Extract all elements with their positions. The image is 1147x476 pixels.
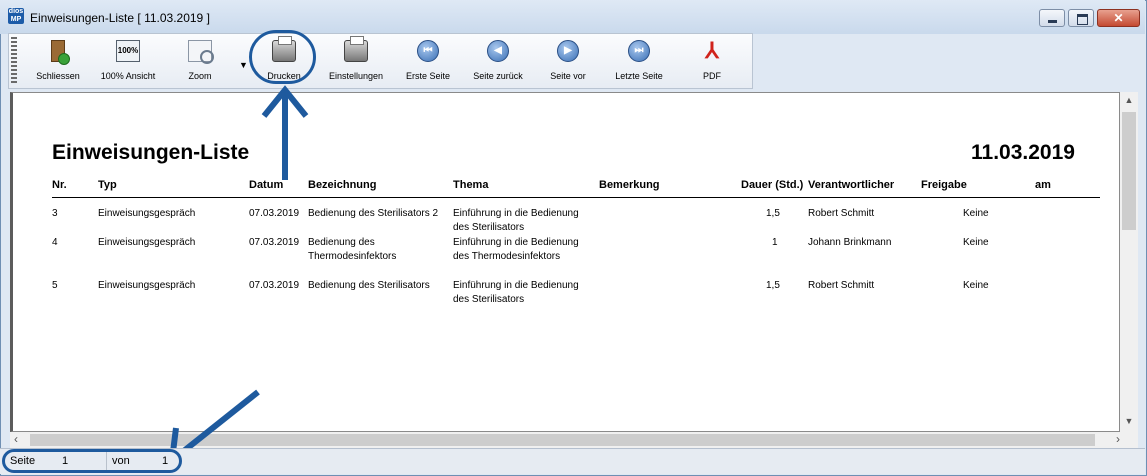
first-page-icon: ⏮ xyxy=(417,40,439,62)
scroll-up-icon[interactable]: ▲ xyxy=(1120,95,1138,105)
arrow-right-icon: ▶ xyxy=(557,40,579,62)
arrow-left-icon: ◀ xyxy=(487,40,509,62)
last-page-icon: ⏭ xyxy=(628,40,650,62)
next-page-button[interactable]: ▶ Seite vor xyxy=(541,38,595,84)
scroll-right-icon[interactable]: › xyxy=(1116,432,1120,446)
column-header-bezeichnung: Bezeichnung xyxy=(308,179,377,191)
table-row-thema-line2: des Sterilisators xyxy=(453,294,525,305)
table-row-verantwortlicher: Robert Schmitt xyxy=(808,208,875,219)
last-page-button[interactable]: ⏭ Letzte Seite xyxy=(609,38,669,84)
maximize-button[interactable] xyxy=(1068,9,1094,27)
first-page-button[interactable]: ⏮ Erste Seite xyxy=(399,38,457,84)
pdf-icon: ⅄ xyxy=(705,38,719,63)
vertical-scroll-thumb[interactable] xyxy=(1122,112,1136,230)
table-row-typ: Einweisungsgespräch xyxy=(98,280,196,291)
view-100-button[interactable]: 100% 100% Ansicht xyxy=(95,38,161,84)
table-row-verantwortlicher: Robert Schmitt xyxy=(808,280,875,291)
report-title: Einweisungen-Liste xyxy=(52,141,250,164)
table-row-dauer: 1,5 xyxy=(766,208,780,219)
table-row-datum: 07.03.2019 xyxy=(249,237,300,248)
table-row-thema: Einführung in die Bedienung xyxy=(453,280,579,291)
table-row-thema: Einführung in die Bedienung xyxy=(453,208,579,219)
header-divider xyxy=(52,197,1100,198)
print-highlight-ring xyxy=(249,30,316,84)
zoom-100-icon: 100% xyxy=(116,40,140,62)
table-row-nr: 5 xyxy=(52,280,58,291)
table-row-verantwortlicher: Johann Brinkmann xyxy=(808,237,892,248)
table-row-freigabe: Keine xyxy=(963,237,989,248)
table-row-datum: 07.03.2019 xyxy=(249,280,300,291)
column-header-bemerkung: Bemerkung xyxy=(599,179,660,191)
close-button[interactable]: Schliessen xyxy=(29,38,87,84)
table-row-dauer: 1 xyxy=(772,237,778,248)
close-window-button[interactable] xyxy=(1097,9,1140,27)
table-row-dauer: 1,5 xyxy=(766,280,780,291)
status-highlight-ring xyxy=(2,449,182,473)
table-row-thema-line2: des Thermodesinfektors xyxy=(453,251,561,262)
zoom-dropdown-arrow-icon[interactable]: ▼ xyxy=(239,60,248,70)
table-row-thema: Einführung in die Bedienung xyxy=(453,237,579,248)
column-header-freigabe: Freigabe xyxy=(921,179,967,191)
app-logo-icon: dios MP xyxy=(8,8,24,24)
vertical-scrollbar[interactable]: ▲ ▼ xyxy=(1120,92,1138,432)
table-row-freigabe: Keine xyxy=(963,280,989,291)
table-row-bezeichnung-line2: Thermodesinfektors xyxy=(308,251,397,262)
toolbar-grip[interactable] xyxy=(11,37,17,85)
pdf-export-button[interactable]: ⅄ PDF xyxy=(689,38,735,84)
annotation-arrow-up-icon xyxy=(261,85,309,180)
column-header-nr: Nr. xyxy=(52,179,67,191)
previous-page-button[interactable]: ◀ Seite zurück xyxy=(467,38,529,84)
table-row-typ: Einweisungsgespräch xyxy=(98,237,196,248)
table-row-nr: 4 xyxy=(52,237,58,248)
scroll-left-icon[interactable]: ‹ xyxy=(14,432,18,446)
minimize-button[interactable] xyxy=(1039,9,1065,27)
table-row-nr: 3 xyxy=(52,208,58,219)
column-header-am: am xyxy=(1035,179,1051,191)
printer-settings-icon xyxy=(344,36,368,62)
table-row-freigabe: Keine xyxy=(963,208,989,219)
table-row-typ: Einweisungsgespräch xyxy=(98,208,196,219)
table-row-bezeichnung: Bedienung des Sterilisators xyxy=(308,280,430,291)
table-row-bezeichnung: Bedienung des Sterilisators 2 xyxy=(308,208,439,219)
table-row-bezeichnung: Bedienung des xyxy=(308,237,375,248)
print-settings-button[interactable]: Einstellungen xyxy=(325,36,387,84)
title-bar: dios MP Einweisungen-Liste [ 11.03.2019 … xyxy=(0,0,1145,34)
exit-door-icon xyxy=(51,40,70,65)
column-header-verantwortlicher: Verantwortlicher xyxy=(808,179,895,191)
column-header-thema: Thema xyxy=(453,179,489,191)
table-row-datum: 07.03.2019 xyxy=(249,208,300,219)
zoom-button[interactable]: Zoom xyxy=(177,38,223,84)
window-title: Einweisungen-Liste [ 11.03.2019 ] xyxy=(30,11,210,25)
column-header-dauer: Dauer (Std.) xyxy=(741,179,804,191)
scroll-down-icon[interactable]: ▼ xyxy=(1120,416,1138,426)
magnifier-icon xyxy=(188,40,214,64)
report-date: 11.03.2019 xyxy=(971,141,1075,164)
column-header-typ: Typ xyxy=(98,179,117,191)
table-row-thema-line2: des Sterilisators xyxy=(453,222,525,233)
toolbar: Schliessen 100% 100% Ansicht Zoom ▼ Druc… xyxy=(8,33,753,89)
